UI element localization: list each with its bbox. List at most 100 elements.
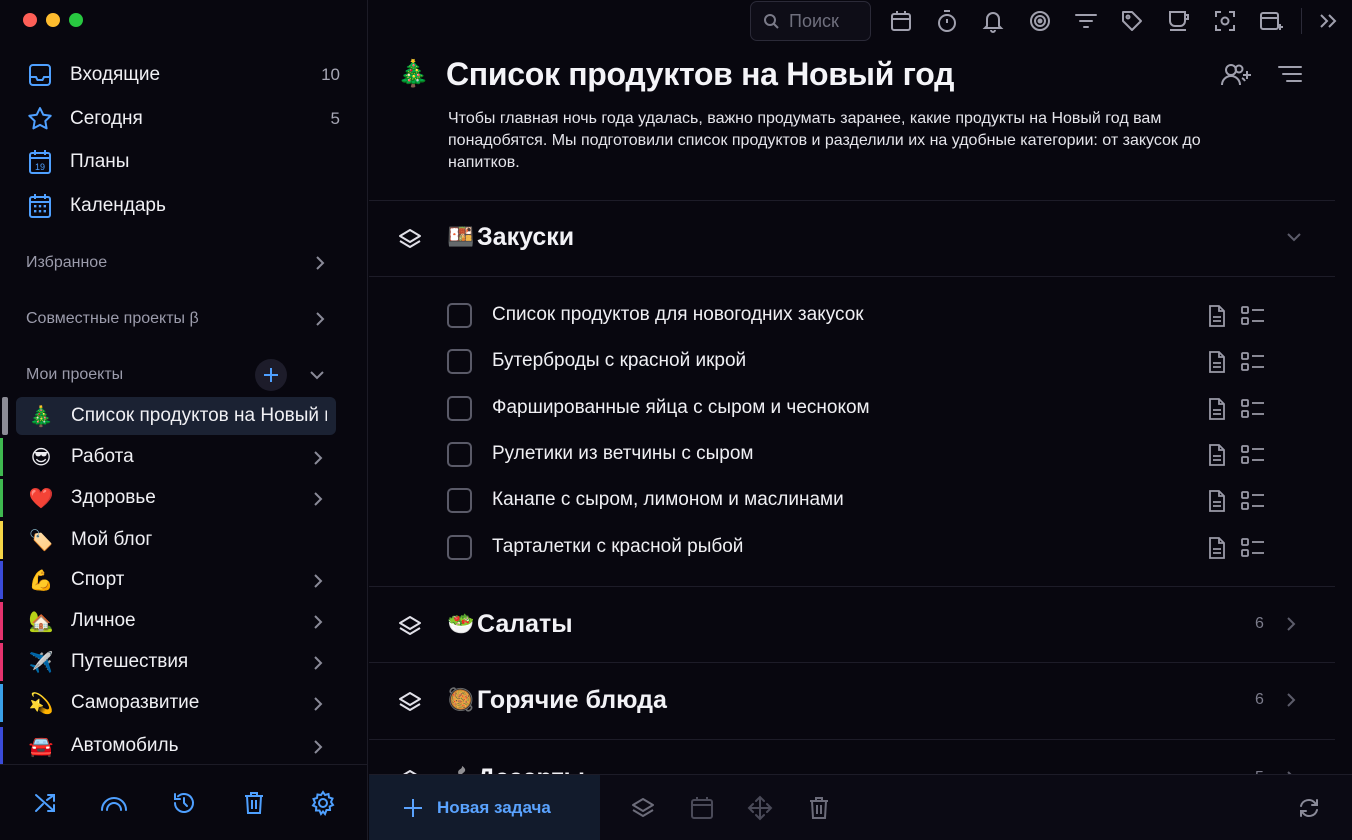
- nav-inbox[interactable]: Входящие 10: [26, 60, 346, 90]
- subtasks-icon[interactable]: [1241, 306, 1265, 326]
- trash-icon[interactable]: [806, 795, 832, 821]
- group-hot-dishes[interactable]: 🥘 Горячие блюда 6: [369, 670, 1335, 730]
- chevron-right-icon[interactable]: [312, 572, 324, 590]
- task-row[interactable]: Канапе с сыром, лимоном и маслинами: [369, 481, 1335, 521]
- note-icon[interactable]: [1207, 444, 1227, 466]
- new-task-button[interactable]: Новая задача: [369, 775, 600, 840]
- filter-icon[interactable]: [1073, 8, 1099, 34]
- layers-icon[interactable]: [630, 795, 656, 821]
- project-item-new-year[interactable]: 🎄 Список продуктов на Новый год: [0, 397, 346, 435]
- task-checkbox[interactable]: [447, 442, 472, 467]
- trash-icon[interactable]: [237, 786, 271, 820]
- task-row[interactable]: Бутерброды с красной икрой: [369, 342, 1335, 382]
- nav-plans[interactable]: 19 Планы: [26, 147, 346, 177]
- coffee-icon[interactable]: [1166, 8, 1192, 34]
- project-item-self-development[interactable]: 💫 Саморазвитие: [0, 684, 346, 722]
- note-icon[interactable]: [1207, 398, 1227, 420]
- add-project-button[interactable]: [255, 359, 287, 391]
- task-row[interactable]: Список продуктов для новогодних закусок: [369, 296, 1335, 336]
- task-row[interactable]: Фаршированные яйца с сыром и чесноком: [369, 389, 1335, 429]
- group-salads[interactable]: 🥗 Салаты 6: [369, 594, 1335, 654]
- task-checkbox[interactable]: [447, 303, 472, 328]
- nav-today-count: 5: [330, 109, 340, 128]
- calendar-grid-icon: [26, 192, 54, 220]
- chevron-right-icon[interactable]: [312, 613, 324, 631]
- project-item-health[interactable]: ❤️ Здоровье: [0, 479, 346, 517]
- page-title[interactable]: Список продуктов на Новый год: [446, 56, 954, 93]
- project-item-blog[interactable]: 🏷️ Мой блог: [0, 521, 346, 559]
- calendar-day-number: 19: [35, 162, 45, 172]
- note-icon[interactable]: [1207, 537, 1227, 559]
- chevron-right-icon[interactable]: [312, 490, 324, 508]
- subtasks-icon[interactable]: [1241, 445, 1265, 465]
- section-favorites[interactable]: Избранное: [26, 250, 326, 276]
- chevron-right-icon[interactable]: [1285, 691, 1297, 709]
- project-item-personal[interactable]: 🏡 Личное: [0, 602, 346, 640]
- project-item-travel[interactable]: ✈️ Путешествия: [0, 643, 346, 681]
- add-user-icon[interactable]: [1220, 62, 1252, 88]
- calendar-icon[interactable]: [888, 8, 914, 34]
- focus-icon[interactable]: [1027, 8, 1053, 34]
- task-row[interactable]: Тарталетки с красной рыбой: [369, 528, 1335, 568]
- bell-icon[interactable]: [980, 8, 1006, 34]
- main-panel: 🎄 Список продуктов на Новый год Чтобы гл…: [369, 0, 1352, 840]
- sort-menu-icon[interactable]: [1277, 64, 1303, 84]
- group-emoji: 🍱: [447, 224, 475, 249]
- calendar-icon[interactable]: [689, 795, 715, 821]
- note-icon[interactable]: [1207, 490, 1227, 512]
- task-checkbox[interactable]: [447, 349, 472, 374]
- expand-icon[interactable]: [1315, 8, 1341, 34]
- project-item-car[interactable]: 🚘 Автомобиль: [0, 727, 346, 765]
- zoom-window-button[interactable]: [69, 13, 83, 27]
- divider: [369, 276, 1335, 277]
- close-window-button[interactable]: [23, 13, 37, 27]
- note-icon[interactable]: [1207, 305, 1227, 327]
- minimize-window-button[interactable]: [46, 13, 60, 27]
- project-item-sport[interactable]: 💪 Спорт: [0, 561, 346, 599]
- project-item-work[interactable]: 😎 Работа: [0, 438, 346, 476]
- project-color-bar: [0, 643, 3, 681]
- chevron-right-icon[interactable]: [312, 449, 324, 467]
- search-box[interactable]: [750, 1, 871, 41]
- task-checkbox[interactable]: [447, 535, 472, 560]
- task-title: Список продуктов для новогодних закусок: [492, 304, 864, 325]
- nav-calendar[interactable]: Календарь: [26, 191, 346, 221]
- group-name: Закуски: [477, 222, 575, 251]
- group-snacks[interactable]: 🍱 Закуски: [369, 207, 1335, 267]
- history-icon[interactable]: [167, 786, 201, 820]
- task-checkbox[interactable]: [447, 488, 472, 513]
- task-title: Канапе с сыром, лимоном и маслинами: [492, 489, 844, 510]
- scan-icon[interactable]: [1212, 8, 1238, 34]
- chevron-down-icon[interactable]: [1285, 231, 1303, 243]
- subtasks-icon[interactable]: [1241, 399, 1265, 419]
- shuffle-icon[interactable]: [28, 786, 62, 820]
- chevron-right-icon[interactable]: [312, 695, 324, 713]
- chevron-right-icon[interactable]: [1285, 615, 1297, 633]
- note-icon[interactable]: [1207, 351, 1227, 373]
- sync-icon[interactable]: [1296, 795, 1322, 821]
- add-window-icon[interactable]: [1258, 8, 1284, 34]
- project-color-bar: [0, 479, 3, 517]
- task-checkbox[interactable]: [447, 396, 472, 421]
- rainbow-icon[interactable]: [97, 786, 131, 820]
- subtasks-icon[interactable]: [1241, 491, 1265, 511]
- section-shared-projects[interactable]: Совместные проекты β: [26, 306, 326, 332]
- tag-icon[interactable]: [1119, 8, 1145, 34]
- subtasks-icon[interactable]: [1241, 538, 1265, 558]
- chevron-right-icon[interactable]: [312, 654, 324, 672]
- settings-icon[interactable]: [306, 786, 340, 820]
- star-icon: [26, 105, 54, 133]
- project-emoji: 💫: [28, 692, 54, 715]
- section-shared-label: Совместные проекты β: [26, 310, 199, 327]
- project-color-bar: [0, 561, 3, 599]
- search-input[interactable]: [789, 10, 869, 32]
- subtasks-icon[interactable]: [1241, 352, 1265, 372]
- task-row[interactable]: Рулетики из ветчины с сыром: [369, 435, 1335, 475]
- stopwatch-icon[interactable]: [934, 8, 960, 34]
- chevron-right-icon[interactable]: [312, 738, 324, 756]
- task-title: Бутерброды с красной икрой: [492, 350, 747, 371]
- nav-calendar-label: Календарь: [70, 195, 166, 216]
- nav-today[interactable]: Сегодня 5: [26, 104, 346, 134]
- move-icon[interactable]: [747, 795, 773, 821]
- plus-icon: [263, 367, 279, 383]
